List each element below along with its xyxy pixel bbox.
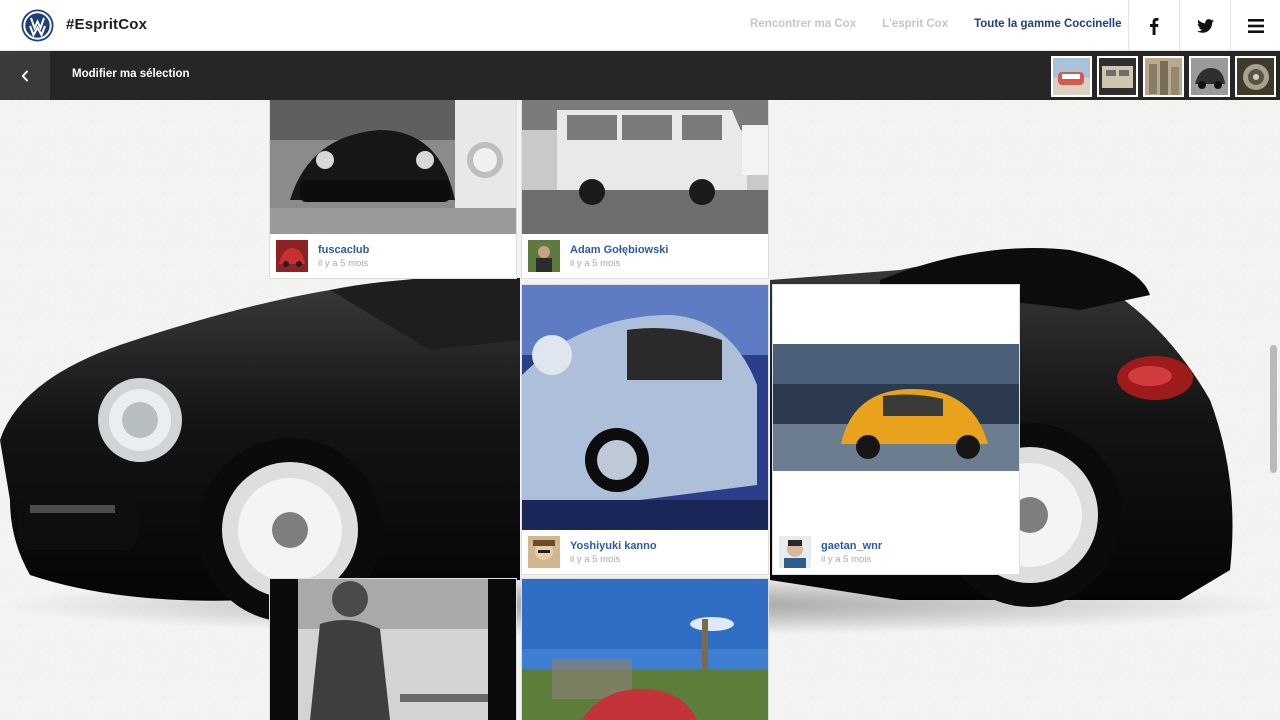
vw-logo-icon[interactable] bbox=[21, 9, 54, 42]
top-navigation-bar: #EspritCox Rencontrer ma Cox L'esprit Co… bbox=[0, 0, 1280, 51]
facebook-button[interactable] bbox=[1128, 0, 1179, 51]
selection-thumbnails bbox=[1051, 56, 1276, 97]
post-meta: fuscaclub il y a 5 mois bbox=[270, 234, 516, 278]
post-image[interactable] bbox=[522, 285, 768, 530]
facebook-icon bbox=[1150, 17, 1159, 35]
post-username[interactable]: gaetan_wnr bbox=[821, 540, 882, 552]
post-card[interactable]: gaetan_wnr il y a 5 mois bbox=[773, 285, 1019, 574]
post-timestamp: il y a 5 mois bbox=[570, 258, 621, 269]
brand-title[interactable]: #EspritCox bbox=[66, 16, 147, 33]
nav-esprit-cox[interactable]: L'esprit Cox bbox=[882, 18, 948, 30]
selection-thumbnail[interactable] bbox=[1189, 56, 1230, 97]
post-timestamp: il y a 5 mois bbox=[570, 554, 621, 565]
post-card[interactable] bbox=[270, 579, 516, 720]
post-meta: gaetan_wnr il y a 5 mois bbox=[773, 530, 1019, 574]
post-card[interactable] bbox=[522, 579, 768, 720]
post-username[interactable]: fuscaclub bbox=[318, 244, 369, 256]
nav-toute-la-gamme[interactable]: Toute la gamme Coccinelle bbox=[974, 18, 1121, 30]
twitter-button[interactable] bbox=[1179, 0, 1230, 51]
post-timestamp: il y a 5 mois bbox=[821, 554, 872, 565]
post-image[interactable] bbox=[773, 344, 1019, 471]
post-image[interactable] bbox=[270, 579, 516, 720]
main-nav: Rencontrer ma Cox L'esprit Cox Toute la … bbox=[750, 18, 1122, 30]
post-card[interactable]: Adam Gołębiowski il y a 5 mois bbox=[522, 100, 768, 278]
selection-bar: Modifier ma sélection bbox=[0, 51, 1280, 100]
avatar[interactable] bbox=[779, 536, 811, 568]
back-button[interactable] bbox=[0, 51, 50, 100]
avatar[interactable] bbox=[528, 536, 560, 568]
post-meta: Adam Gołębiowski il y a 5 mois bbox=[522, 234, 768, 278]
selection-thumbnail[interactable] bbox=[1097, 56, 1138, 97]
selection-thumbnail[interactable] bbox=[1051, 56, 1092, 97]
edit-selection-title[interactable]: Modifier ma sélection bbox=[72, 68, 190, 80]
selection-thumbnail[interactable] bbox=[1235, 56, 1276, 97]
avatar[interactable] bbox=[276, 240, 308, 272]
post-image[interactable] bbox=[270, 100, 516, 234]
menu-button[interactable] bbox=[1230, 0, 1280, 51]
post-timestamp: il y a 5 mois bbox=[318, 258, 369, 269]
post-card[interactable]: fuscaclub il y a 5 mois bbox=[270, 100, 516, 278]
post-image[interactable] bbox=[522, 579, 768, 720]
post-card[interactable]: Yoshiyuki kanno il y a 5 mois bbox=[522, 285, 768, 574]
avatar[interactable] bbox=[528, 240, 560, 272]
menu-icon bbox=[1247, 18, 1264, 33]
post-meta: Yoshiyuki kanno il y a 5 mois bbox=[522, 530, 768, 574]
post-image[interactable] bbox=[522, 100, 768, 234]
page-scrollbar[interactable] bbox=[1270, 345, 1277, 473]
twitter-icon bbox=[1196, 18, 1214, 33]
selection-thumbnail[interactable] bbox=[1143, 56, 1184, 97]
post-username[interactable]: Yoshiyuki kanno bbox=[570, 540, 657, 552]
nav-rencontrer-ma-cox[interactable]: Rencontrer ma Cox bbox=[750, 18, 856, 30]
chevron-left-icon bbox=[21, 69, 29, 82]
post-username[interactable]: Adam Gołębiowski bbox=[570, 244, 668, 256]
